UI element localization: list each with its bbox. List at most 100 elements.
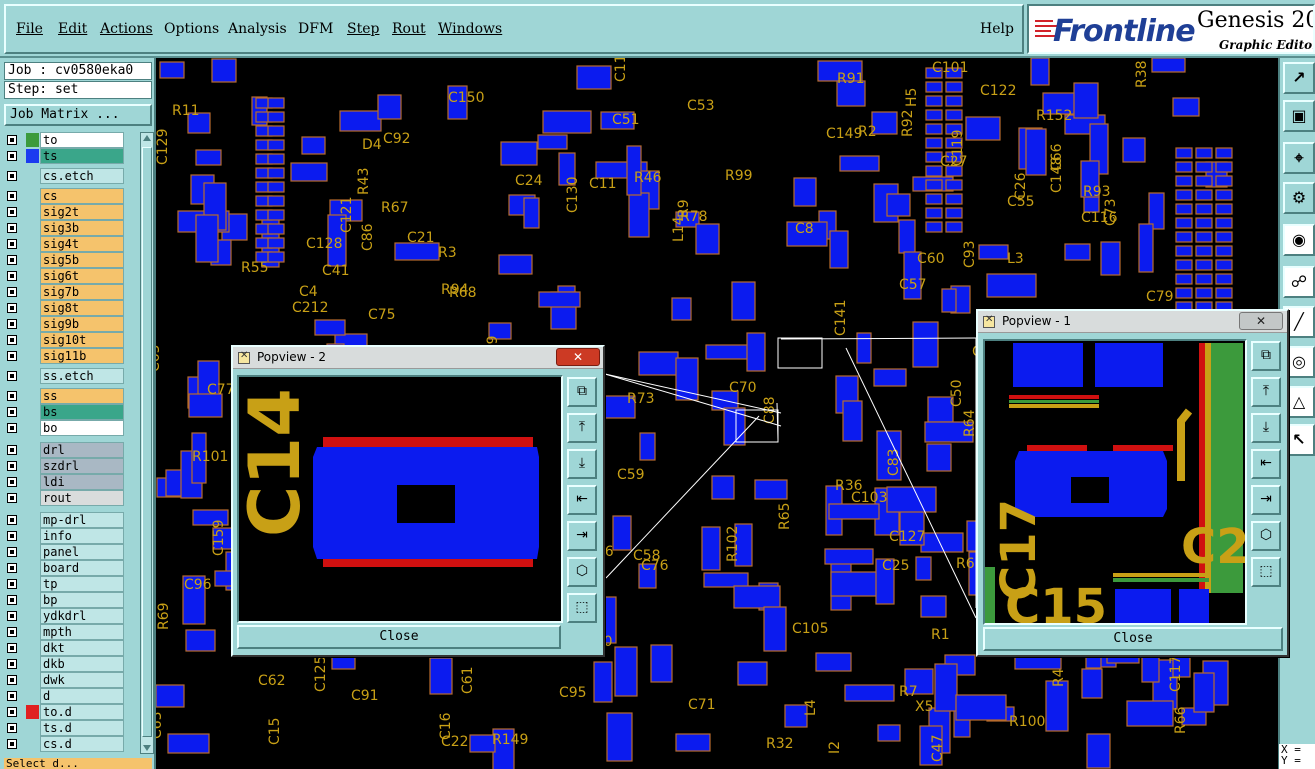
layer-row-ts[interactable]: ts [4, 148, 140, 164]
layer-row-sig11b[interactable]: sig11b [4, 348, 140, 364]
layer-visibility-checkbox[interactable] [7, 303, 17, 313]
layer-row-tp[interactable]: tp [4, 576, 140, 592]
layer-name[interactable]: ss.etch [40, 368, 124, 384]
layer-name[interactable]: sig11b [40, 348, 124, 364]
layer-row-drl[interactable]: drl [4, 442, 140, 458]
layer-row-rout[interactable]: rout [4, 490, 140, 506]
layer-visibility-checkbox[interactable] [7, 739, 17, 749]
layer-visibility-checkbox[interactable] [7, 171, 17, 181]
layer-row-dkt[interactable]: dkt [4, 640, 140, 656]
layer-row-sig6t[interactable]: sig6t [4, 268, 140, 284]
layer-name[interactable]: ldi [40, 474, 124, 490]
layer-name[interactable]: ts.d [40, 720, 124, 736]
layer-name[interactable]: cs.d [40, 736, 124, 752]
layer-name[interactable]: sig8t [40, 300, 124, 316]
layer-visibility-checkbox[interactable] [7, 423, 17, 433]
layer-visibility-checkbox[interactable] [7, 723, 17, 733]
layer-row-ldi[interactable]: ldi [4, 474, 140, 490]
layer-color-swatch[interactable] [26, 705, 39, 719]
menu-analysis[interactable]: Analysis [228, 21, 287, 37]
display-icon[interactable]: ↗ [1283, 62, 1315, 94]
layer-name[interactable]: sig2t [40, 204, 124, 220]
layer-row-info[interactable]: info [4, 528, 140, 544]
pan-down-icon[interactable]: ⤓ [567, 449, 597, 479]
popview-2-view[interactable]: C14 [237, 375, 563, 623]
layer-visibility-checkbox[interactable] [7, 515, 17, 525]
move-icon[interactable]: ▣ [1283, 100, 1315, 132]
layer-visibility-checkbox[interactable] [7, 191, 17, 201]
layer-row-dkb[interactable]: dkb [4, 656, 140, 672]
layer-row-dwk[interactable]: dwk [4, 672, 140, 688]
layer-row-sig3b[interactable]: sig3b [4, 220, 140, 236]
zoom-fit-icon[interactable]: ⧉ [1251, 341, 1281, 371]
layer-name[interactable]: panel [40, 544, 124, 560]
layer-visibility-checkbox[interactable] [7, 643, 17, 653]
layer-visibility-checkbox[interactable] [7, 659, 17, 669]
layer-name[interactable]: ts [40, 148, 124, 164]
layer-name[interactable]: sig9b [40, 316, 124, 332]
layer-row-sig2t[interactable]: sig2t [4, 204, 140, 220]
measure-icon[interactable]: ⚙ [1283, 182, 1315, 214]
layer-name[interactable]: d [40, 688, 124, 704]
job-matrix-button[interactable]: Job Matrix ... [4, 104, 152, 126]
pan-left-icon[interactable]: ⇤ [1251, 449, 1281, 479]
layer-row-ss-etch[interactable]: ss.etch [4, 368, 140, 384]
layer-visibility-checkbox[interactable] [7, 461, 17, 471]
layer-visibility-checkbox[interactable] [7, 675, 17, 685]
layer-name[interactable]: sig6t [40, 268, 124, 284]
layer-visibility-checkbox[interactable] [7, 691, 17, 701]
popview-1-window[interactable]: Popview - 1 ✕ C17 C2 C15 [976, 309, 1289, 657]
layer-row-mp-drl[interactable]: mp-drl [4, 512, 140, 528]
popview-1-close-button[interactable]: Close [983, 627, 1283, 651]
zoom-in-icon[interactable]: ⬡ [567, 557, 597, 587]
layer-row-cs-etch[interactable]: cs.etch [4, 168, 140, 184]
pan-right-icon[interactable]: ⇥ [567, 521, 597, 551]
layer-name[interactable]: sig4t [40, 236, 124, 252]
layer-visibility-checkbox[interactable] [7, 351, 17, 361]
menu-file[interactable]: File [16, 21, 43, 37]
layer-visibility-checkbox[interactable] [7, 391, 17, 401]
menu-edit[interactable]: Edit [58, 21, 87, 37]
pan-up-icon[interactable]: ⤒ [1251, 377, 1281, 407]
select-icon[interactable]: ◉ [1283, 224, 1315, 256]
menu-actions[interactable]: Actions [100, 21, 153, 37]
layer-name[interactable]: drl [40, 442, 124, 458]
layer-name[interactable]: info [40, 528, 124, 544]
menu-dfm[interactable]: DFM [298, 21, 333, 37]
menu-options[interactable]: Options [164, 21, 219, 37]
scroll-thumb[interactable] [142, 147, 152, 737]
layer-visibility-checkbox[interactable] [7, 407, 17, 417]
pan-right-icon[interactable]: ⇥ [1251, 485, 1281, 515]
layer-row-to[interactable]: to [4, 132, 140, 148]
layer-row-mpth[interactable]: mpth [4, 624, 140, 640]
layer-row-cs-d[interactable]: cs.d [4, 736, 140, 752]
zoom-out-icon[interactable]: ⬚ [1251, 557, 1281, 587]
menu-rout[interactable]: Rout [392, 21, 426, 37]
layer-name[interactable]: dwk [40, 672, 124, 688]
popview-2-close-button[interactable]: Close [237, 625, 561, 649]
menu-windows[interactable]: Windows [438, 21, 502, 37]
layer-row-d[interactable]: d [4, 688, 140, 704]
layer-name[interactable]: bp [40, 592, 124, 608]
layer-visibility-checkbox[interactable] [7, 255, 17, 265]
connect-icon[interactable]: ☍ [1283, 266, 1315, 298]
layer-visibility-checkbox[interactable] [7, 531, 17, 541]
layer-visibility-checkbox[interactable] [7, 579, 17, 589]
layer-row-szdrl[interactable]: szdrl [4, 458, 140, 474]
layer-list-scrollbar[interactable] [140, 132, 154, 754]
layer-name[interactable]: board [40, 560, 124, 576]
layer-visibility-checkbox[interactable] [7, 547, 17, 557]
layer-row-ydkdrl[interactable]: ydkdrl [4, 608, 140, 624]
close-icon[interactable]: ✕ [556, 348, 600, 366]
layer-visibility-checkbox[interactable] [7, 207, 17, 217]
zoom-icon[interactable]: ⌖ [1283, 142, 1315, 174]
layer-visibility-checkbox[interactable] [7, 239, 17, 249]
layer-row-sig5b[interactable]: sig5b [4, 252, 140, 268]
layer-visibility-checkbox[interactable] [7, 135, 17, 145]
close-icon[interactable]: ✕ [1239, 312, 1283, 330]
layer-name[interactable]: to [40, 132, 124, 148]
layer-name[interactable]: sig5b [40, 252, 124, 268]
layer-row-bs[interactable]: bs [4, 404, 140, 420]
scroll-down-icon[interactable] [143, 745, 151, 751]
layer-name[interactable]: rout [40, 490, 124, 506]
